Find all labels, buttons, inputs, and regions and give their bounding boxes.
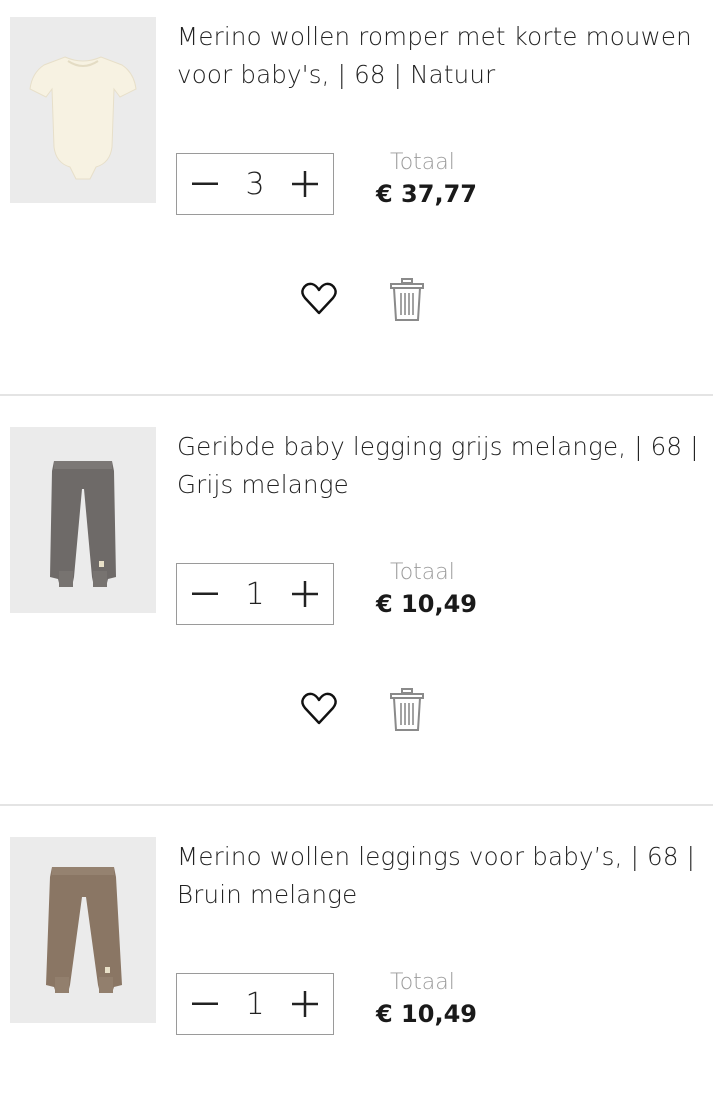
total-label: Totaal (390, 970, 455, 995)
quantity-value[interactable]: 3 (233, 167, 277, 202)
quantity-value[interactable]: 1 (233, 577, 277, 612)
trash-icon (390, 688, 424, 731)
item-total-price: € 10,49 (376, 1000, 477, 1028)
minus-icon (192, 1002, 218, 1005)
total-label: Totaal (390, 150, 455, 175)
divider (0, 394, 713, 396)
product-title[interactable]: Geribde baby legging grijs melange, | 68… (177, 428, 713, 504)
legging-brown-image (10, 837, 156, 1023)
romper-image (10, 17, 156, 203)
increase-quantity-button[interactable] (277, 564, 333, 624)
legging-grey-image (10, 427, 156, 613)
product-image[interactable] (10, 427, 156, 613)
add-to-wishlist-button[interactable] (299, 279, 339, 319)
delete-item-button[interactable] (388, 277, 426, 323)
increase-quantity-button[interactable] (277, 154, 333, 214)
item-total-price: € 37,77 (376, 180, 477, 208)
plus-icon (292, 171, 318, 197)
plus-icon (292, 991, 318, 1017)
add-to-wishlist-button[interactable] (299, 689, 339, 729)
quantity-value[interactable]: 1 (233, 987, 277, 1022)
plus-icon (292, 581, 318, 607)
decrease-quantity-button[interactable] (177, 564, 233, 624)
minus-icon (192, 182, 218, 185)
item-total-price: € 10,49 (376, 590, 477, 618)
trash-icon (390, 278, 424, 321)
total-label: Totaal (390, 560, 455, 585)
decrease-quantity-button[interactable] (177, 154, 233, 214)
quantity-stepper: 1 (176, 563, 334, 625)
delete-item-button[interactable] (388, 687, 426, 733)
quantity-stepper: 3 (176, 153, 334, 215)
product-image[interactable] (10, 837, 156, 1023)
quantity-stepper: 1 (176, 973, 334, 1035)
product-image[interactable] (10, 17, 156, 203)
divider (0, 804, 713, 806)
product-title[interactable]: Merino wollen romper met korte mouwen vo… (177, 18, 713, 94)
heart-icon (301, 282, 337, 315)
decrease-quantity-button[interactable] (177, 974, 233, 1034)
product-title[interactable]: Merino wollen leggings voor baby’s, | 68… (177, 838, 713, 914)
minus-icon (192, 592, 218, 595)
increase-quantity-button[interactable] (277, 974, 333, 1034)
heart-icon (301, 692, 337, 725)
